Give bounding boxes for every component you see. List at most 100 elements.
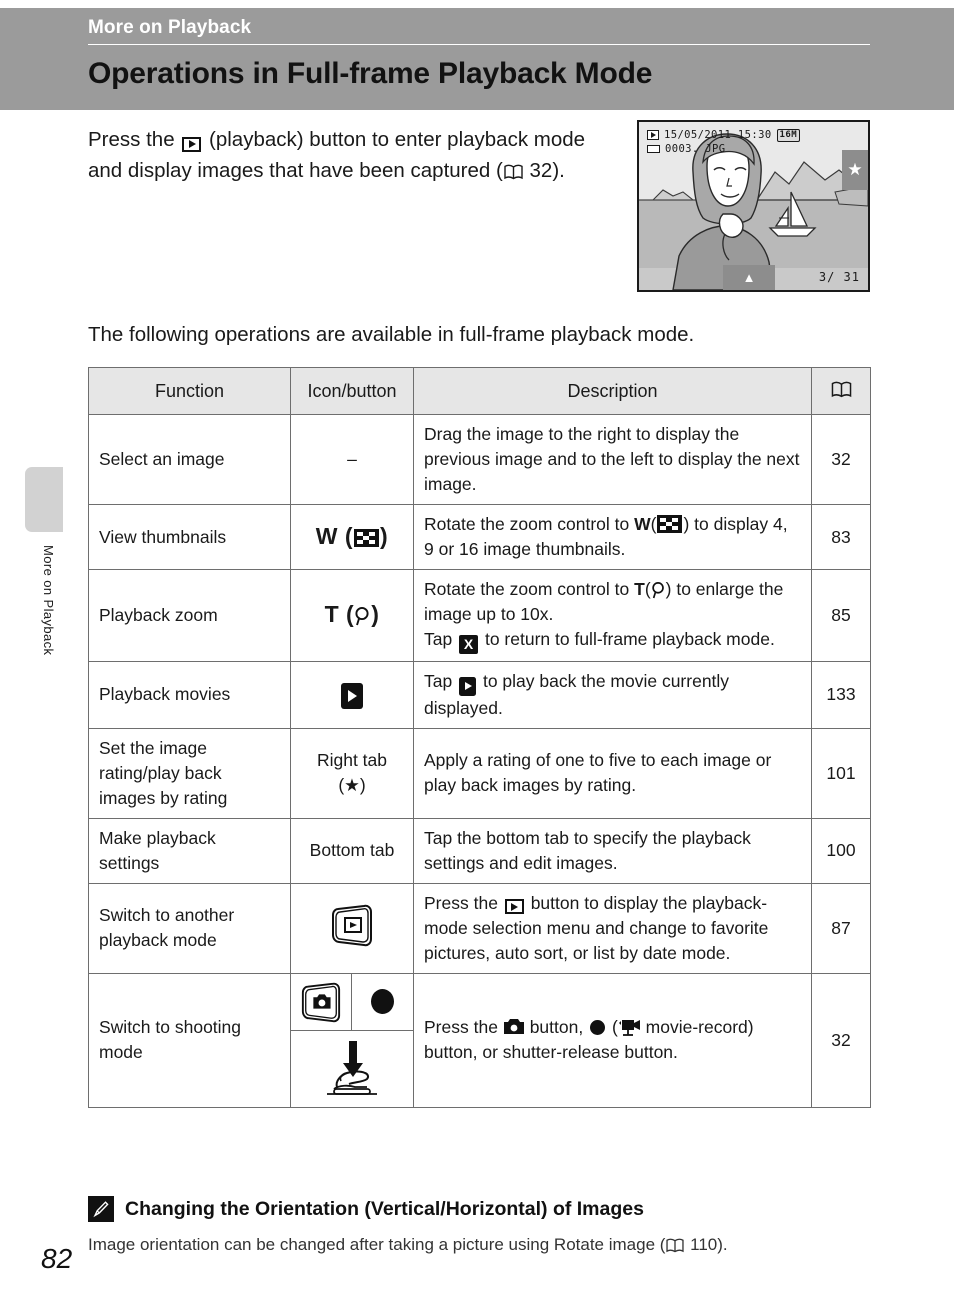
col-header-description: Description	[413, 367, 812, 415]
footnote-body-after: ).	[717, 1235, 728, 1254]
bottom-tab[interactable]: ▲	[723, 265, 775, 290]
row-icon-cell: –	[290, 414, 414, 505]
lcd-osd-info: 15/05/2011 15:30 16M 0003. JPG	[647, 128, 801, 156]
row-page-ref: 32	[811, 414, 871, 505]
table-header-row: Function Icon/button Description	[88, 367, 871, 415]
camera-icon	[503, 1017, 525, 1037]
intro-text-end: ).	[552, 159, 565, 182]
row-function-label: View thumbnails	[88, 504, 291, 570]
row-function-label: Switch to another playback mode	[88, 882, 291, 974]
desc-part-4: Tap	[424, 629, 453, 649]
image-size-unit: M	[791, 129, 798, 140]
paren-close: )	[371, 601, 380, 627]
row-description: Rotate the zoom control to T() to enlarg…	[413, 569, 812, 662]
header-divider	[88, 44, 870, 45]
footnote-block: Changing the Orientation (Vertical/Horiz…	[88, 1196, 870, 1259]
intro-ref-page: 32	[529, 159, 553, 182]
row-function-label: Playback zoom	[88, 569, 291, 662]
close-zoom-icon: X	[459, 635, 479, 654]
page-number: 82	[41, 1243, 73, 1274]
page-content: Press the (playback) button to enter pla…	[88, 120, 871, 1108]
desc-part-1: Rotate the zoom control to	[424, 579, 630, 599]
footnote-body: Image orientation can be changed after t…	[88, 1233, 870, 1259]
paren-open: (	[337, 522, 354, 549]
row-icon-cell: Right tab (★)	[290, 727, 414, 819]
desc-part-1: Rotate the zoom control to	[424, 514, 630, 534]
record-button-icon	[352, 974, 413, 1030]
row-page-ref: 133	[811, 661, 871, 729]
side-tab-marker	[25, 467, 63, 532]
right-tab-label: Right tab	[316, 750, 388, 770]
row-icon-cell: Bottom tab	[290, 817, 414, 884]
row-function-label: Make playback settings	[88, 817, 291, 884]
operations-table: Function Icon/button Description Select …	[88, 367, 871, 1108]
col-header-function: Function	[88, 367, 291, 415]
lcd-filename: 0003. JPG	[665, 143, 726, 155]
movie-play-icon	[459, 676, 477, 696]
thumbnail-grid-icon	[657, 515, 683, 533]
page-header-band: More on Playback Operations in Full-fram…	[0, 8, 954, 110]
playback-mode-button-icon	[328, 904, 376, 951]
row-icon-cell	[290, 882, 414, 974]
lcd-datetime: 15/05/2011 15:30	[664, 129, 772, 141]
table-row: Switch to another playback mode Press th…	[88, 882, 871, 974]
icon-split-wrapper	[291, 973, 413, 1107]
thumbnail-grid-icon	[354, 528, 380, 547]
pencil-note-icon	[88, 1196, 114, 1222]
table-row: Make playback settings Bottom tab Tap th…	[88, 817, 871, 884]
icon-split-top	[291, 973, 413, 1030]
row-page-ref: 101	[811, 727, 871, 819]
lcd-osd-line-1: 15/05/2011 15:30 16M	[647, 128, 801, 142]
row-description: Tap to play back the movie currently dis…	[413, 661, 812, 729]
row-icon-cell	[290, 661, 414, 729]
row-description: Press the button, ( movie-record) button…	[413, 972, 812, 1108]
magnifier-icon	[354, 606, 371, 626]
intro-row: Press the (playback) button to enter pla…	[88, 120, 870, 292]
row-function-label: Select an image	[88, 414, 291, 505]
desc-part-2: button,	[529, 1017, 584, 1037]
star-rating-icon: (★)	[338, 775, 366, 795]
table-row: Select an image – Drag the image to the …	[88, 414, 871, 505]
movie-camera-icon	[618, 1017, 641, 1037]
row-description: Drag the image to the right to display t…	[413, 414, 812, 505]
footnote-body-ref: 110	[690, 1235, 718, 1254]
table-row: Set the image rating/play back images by…	[88, 727, 871, 819]
book-icon	[504, 158, 523, 189]
book-icon	[666, 1236, 685, 1259]
book-icon	[831, 380, 852, 405]
table-row: Switch to shooting mode Press the button…	[88, 972, 871, 1108]
row-description: Tap the bottom tab to specify the playba…	[413, 817, 812, 884]
camera-button-icon	[291, 973, 352, 1030]
lead-text: The following operations are available i…	[88, 323, 695, 346]
record-dot-icon	[590, 1020, 606, 1035]
row-icon-cell: T ()	[290, 569, 414, 662]
col-header-icon-button: Icon/button	[290, 367, 414, 415]
image-size-value: 16	[779, 129, 792, 140]
page-title: Operations in Full-frame Playback Mode	[88, 57, 653, 90]
magnifier-icon	[651, 579, 666, 599]
desc-part-1: Press the	[424, 892, 498, 913]
table-row: View thumbnails W () Rotate the zoom con…	[88, 504, 871, 570]
header-inner: More on Playback Operations in Full-fram…	[88, 16, 870, 91]
movie-play-icon	[341, 682, 363, 709]
shutter-press-icon	[291, 1029, 413, 1107]
paren-close: )	[380, 522, 389, 549]
rating-tab[interactable]: ★	[842, 150, 868, 190]
row-description: Press the button to display the playback…	[413, 882, 812, 974]
footnote-title-row: Changing the Orientation (Vertical/Horiz…	[88, 1196, 870, 1222]
row-page-ref: 32	[811, 972, 871, 1108]
paren-open: (	[339, 601, 355, 627]
row-description: Rotate the zoom control to W() to displa…	[413, 504, 812, 570]
playback-button-icon	[182, 136, 202, 152]
row-function-label: Switch to shooting mode	[88, 972, 291, 1108]
desc-part-1: Press the	[424, 1017, 498, 1037]
row-page-ref: 83	[811, 504, 871, 570]
row-function-label: Set the image rating/play back images by…	[88, 727, 291, 819]
row-icon-cell: W ()	[290, 504, 414, 570]
intro-text: Press the (playback) button to enter pla…	[88, 120, 593, 189]
battery-icon	[647, 145, 660, 153]
frame-counter: 3/ 31	[818, 270, 860, 284]
camera-screen-illustration: 15/05/2011 15:30 16M 0003. JPG ★ ▲ 3/ 31	[637, 120, 870, 292]
footnote-body-before: Image orientation can be changed after t…	[88, 1235, 666, 1254]
image-size-icon: 16M	[776, 128, 801, 142]
